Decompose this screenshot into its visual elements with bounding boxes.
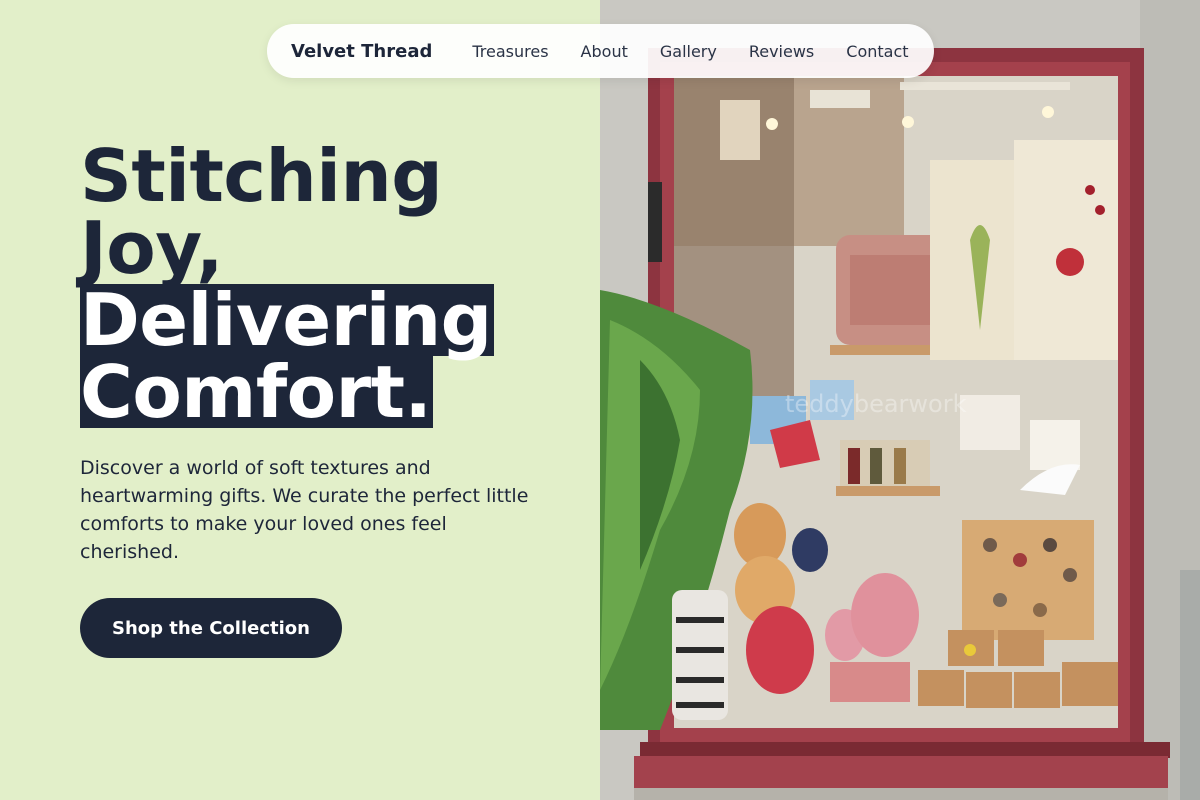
headline-highlight-1: Delivering [80,278,494,362]
headline-line-2: Joy, [80,206,223,290]
nav-link-contact[interactable]: Contact [846,42,908,61]
hero-section: Stitching Joy, Delivering Comfort. Disco… [0,0,600,800]
headline-line-1: Stitching [80,134,443,218]
shop-collection-button[interactable]: Shop the Collection [80,598,342,658]
shop-window-photo: teddybearwork [600,0,1200,800]
hero-description: Discover a world of soft textures and he… [80,457,529,563]
nav-link-reviews[interactable]: Reviews [749,42,814,61]
top-navigation: Velvet Thread Treasures About Gallery Re… [267,24,934,78]
hero-headline: Stitching Joy, Delivering Comfort. [80,140,494,428]
brand-logo[interactable]: Velvet Thread [291,41,432,62]
nav-link-about[interactable]: About [581,42,628,61]
nav-links: Treasures About Gallery Reviews Contact [472,42,908,61]
headline-highlight-2: Comfort. [80,350,434,434]
nav-link-treasures[interactable]: Treasures [472,42,548,61]
nav-link-gallery[interactable]: Gallery [660,42,717,61]
window-reflection-text: teddybearwork [785,390,967,418]
